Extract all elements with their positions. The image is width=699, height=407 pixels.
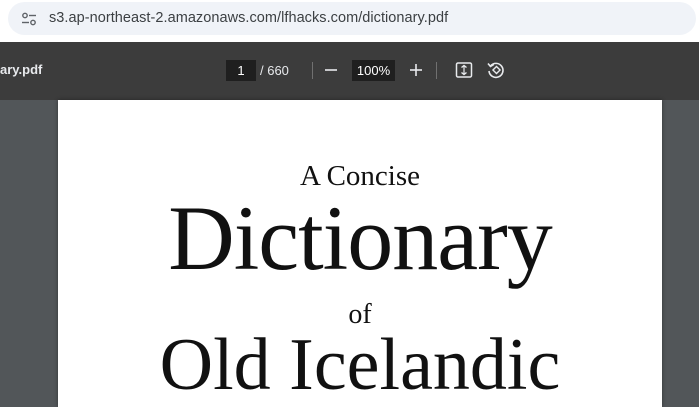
toolbar-divider [436, 62, 437, 79]
zoom-level-input[interactable] [352, 60, 395, 81]
fit-page-icon[interactable] [453, 59, 475, 81]
browser-window: s3.ap-northeast-2.amazonaws.com/lfhacks.… [0, 0, 699, 407]
title-line-old-icelandic: Old Icelandic [159, 324, 561, 406]
zoom-in-icon[interactable] [405, 59, 427, 81]
url-text[interactable]: s3.ap-northeast-2.amazonaws.com/lfhacks.… [49, 10, 448, 26]
pdf-title: ary.pdf [0, 62, 43, 77]
toolbar-divider [312, 62, 313, 79]
rotate-icon[interactable] [485, 59, 507, 81]
page-total: / 660 [260, 63, 289, 78]
title-line-dictionary: Dictionary [168, 187, 552, 289]
page-number-input[interactable] [226, 60, 256, 81]
omnibox[interactable]: s3.ap-northeast-2.amazonaws.com/lfhacks.… [8, 2, 696, 35]
pdf-page: A Concise Dictionary of Old Icelandic [58, 100, 662, 407]
pdf-toolbar: ary.pdf / 660 [0, 42, 699, 100]
tune-icon[interactable] [21, 11, 37, 27]
address-bar: s3.ap-northeast-2.amazonaws.com/lfhacks.… [0, 0, 699, 42]
pdf-viewer[interactable]: A Concise Dictionary of Old Icelandic [0, 100, 699, 407]
zoom-out-icon[interactable] [320, 59, 342, 81]
